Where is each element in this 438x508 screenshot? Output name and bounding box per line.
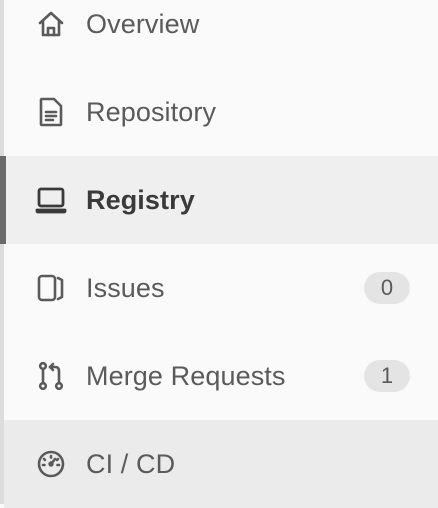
sidebar-item-repository[interactable]: Repository — [4, 68, 438, 156]
sidebar-item-registry[interactable]: Registry — [0, 156, 438, 244]
issues-count-badge: 0 — [364, 272, 410, 304]
sidebar-item-label: Repository — [86, 96, 217, 127]
gauge-icon — [34, 447, 68, 481]
sidebar-item-label: Merge Requests — [86, 360, 286, 391]
document-icon — [34, 95, 68, 129]
sidebar-item-merge-requests[interactable]: Merge Requests 1 — [4, 332, 438, 420]
laptop-icon — [34, 183, 68, 217]
merge-request-icon — [34, 359, 68, 393]
sidebar: Overview Repository Registry Issues 0 Me… — [0, 0, 438, 508]
sidebar-item-label: Issues — [86, 272, 165, 303]
issues-icon — [34, 271, 68, 305]
sidebar-item-issues[interactable]: Issues 0 — [4, 244, 438, 332]
sidebar-item-ci-cd[interactable]: CI / CD — [4, 420, 438, 508]
sidebar-item-label: Overview — [86, 8, 200, 39]
home-icon — [34, 7, 68, 41]
sidebar-item-overview[interactable]: Overview — [4, 0, 438, 68]
merge-requests-count-badge: 1 — [364, 360, 410, 392]
sidebar-item-label: Registry — [86, 184, 195, 215]
sidebar-item-label: CI / CD — [86, 448, 176, 479]
